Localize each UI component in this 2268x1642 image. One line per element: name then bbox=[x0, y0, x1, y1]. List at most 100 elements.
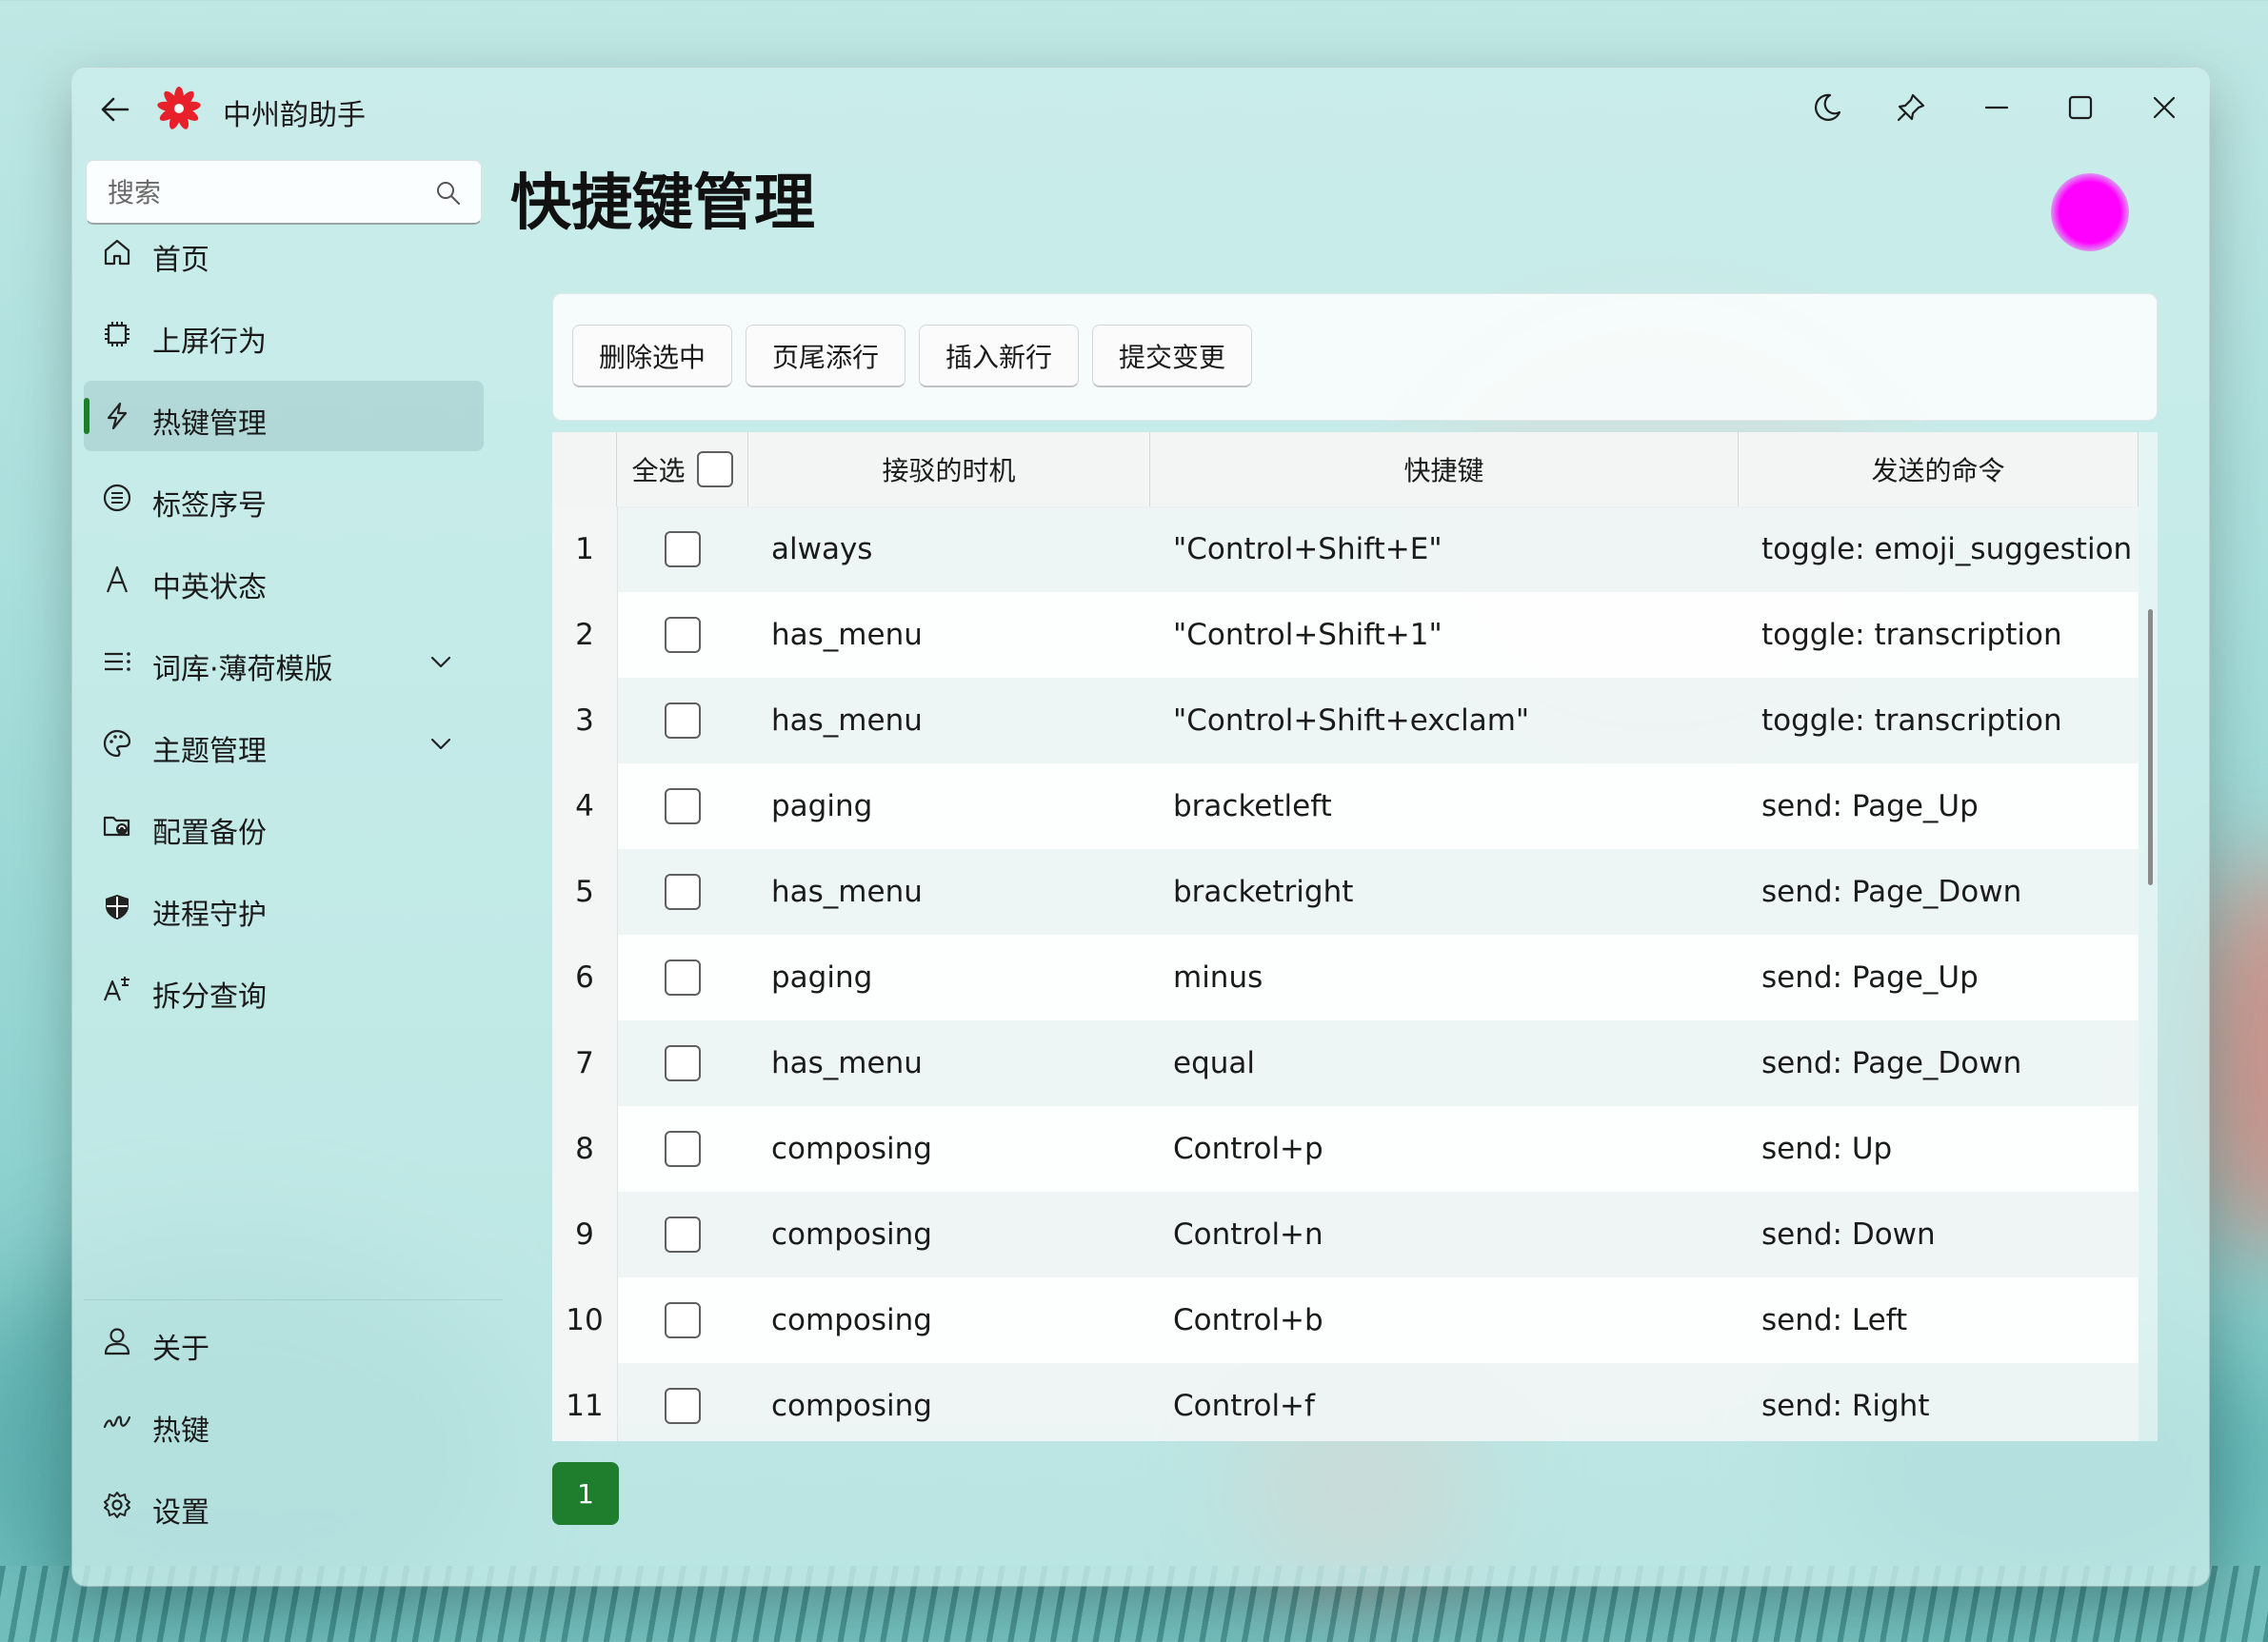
cell-command[interactable]: send: Down bbox=[1761, 1192, 2139, 1277]
column-header-command[interactable]: 发送的命令 bbox=[1739, 432, 2139, 506]
cell-key[interactable]: minus bbox=[1173, 935, 1735, 1020]
sidebar-item-label: 词库·薄荷模版 bbox=[152, 653, 333, 686]
row-checkbox[interactable] bbox=[665, 959, 701, 996]
row-checkbox[interactable] bbox=[665, 788, 701, 824]
cell-when[interactable]: composing bbox=[771, 1106, 1143, 1192]
row-checkbox[interactable] bbox=[665, 702, 701, 739]
sidebar-item-config-backup[interactable]: 配置备份 bbox=[84, 790, 484, 861]
theme-toggle-button[interactable] bbox=[1798, 78, 1857, 137]
column-header-key[interactable]: 快捷键 bbox=[1150, 432, 1739, 506]
cell-command[interactable]: send: Page_Up bbox=[1761, 935, 2139, 1020]
table-row[interactable]: 8 composing Control+p send: Up bbox=[552, 1106, 2139, 1192]
cell-key[interactable]: "Control+Shift+exclam" bbox=[1173, 678, 1735, 763]
cell-command[interactable]: send: Up bbox=[1761, 1106, 2139, 1192]
pin-button[interactable] bbox=[1881, 78, 1940, 137]
cell-command[interactable]: toggle: transcription bbox=[1761, 678, 2139, 763]
table-row[interactable]: 5 has_menu bracketright send: Page_Down bbox=[552, 849, 2139, 935]
row-checkbox[interactable] bbox=[665, 1388, 701, 1424]
table-row[interactable]: 1 always "Control+Shift+E" toggle: emoji_su… bbox=[552, 506, 2139, 592]
sidebar-item-label-numbers[interactable]: 标签序号 bbox=[84, 463, 484, 533]
submit-changes-button[interactable]: 提交变更 bbox=[1092, 325, 1252, 387]
sidebar-item-label: 进程守护 bbox=[152, 899, 267, 932]
sidebar-item-label: 中英状态 bbox=[152, 571, 267, 604]
close-button[interactable] bbox=[2135, 78, 2194, 137]
row-checkbox[interactable] bbox=[665, 1045, 701, 1081]
row-checkbox[interactable] bbox=[665, 617, 701, 653]
cell-key[interactable]: bracketright bbox=[1173, 849, 1735, 935]
sidebar-item-label: 热键 bbox=[152, 1414, 209, 1448]
row-number: 4 bbox=[552, 763, 618, 849]
row-checkbox[interactable] bbox=[665, 1217, 701, 1253]
sidebar-item-cn-en-state[interactable]: 中英状态 bbox=[84, 544, 484, 615]
cell-when[interactable]: has_menu bbox=[771, 849, 1143, 935]
cell-when[interactable]: paging bbox=[771, 935, 1143, 1020]
cell-command[interactable]: send: Page_Up bbox=[1761, 763, 2139, 849]
vertical-scrollbar[interactable] bbox=[2148, 609, 2153, 885]
cell-when[interactable]: has_menu bbox=[771, 1020, 1143, 1106]
back-button[interactable] bbox=[93, 88, 137, 131]
cell-command[interactable]: send: Page_Down bbox=[1761, 1020, 2139, 1106]
cell-when[interactable]: composing bbox=[771, 1363, 1143, 1441]
column-header-when[interactable]: 接驳的时机 bbox=[748, 432, 1150, 506]
sidebar-item-process-guard[interactable]: 进程守护 bbox=[84, 872, 484, 942]
table-row[interactable]: 4 paging bracketleft send: Page_Up bbox=[552, 763, 2139, 849]
table-row[interactable]: 3 has_menu "Control+Shift+exclam" toggle: t… bbox=[552, 678, 2139, 763]
table-row[interactable]: 2 has_menu "Control+Shift+1" toggle: transc… bbox=[552, 592, 2139, 678]
gesture-icon bbox=[101, 1407, 133, 1439]
sidebar-item-label: 标签序号 bbox=[152, 489, 267, 523]
sidebar-item-label: 配置备份 bbox=[152, 817, 267, 850]
cell-key[interactable]: Control+b bbox=[1173, 1277, 1735, 1363]
sidebar-item-home[interactable]: 首页 bbox=[84, 217, 484, 287]
sidebar-item-about[interactable]: 关于 bbox=[84, 1306, 484, 1376]
cell-when[interactable]: composing bbox=[771, 1277, 1143, 1363]
row-checkbox[interactable] bbox=[665, 531, 701, 567]
cell-command[interactable]: toggle: transcription bbox=[1761, 592, 2139, 678]
cell-when[interactable]: has_menu bbox=[771, 678, 1143, 763]
insert-row-button[interactable]: 插入新行 bbox=[919, 325, 1079, 387]
cell-key[interactable]: "Control+Shift+1" bbox=[1173, 592, 1735, 678]
cell-when[interactable]: always bbox=[771, 506, 1143, 592]
sidebar-item-commit-behavior[interactable]: 上屏行为 bbox=[84, 299, 484, 369]
cell-command[interactable]: toggle: emoji_suggestion bbox=[1761, 506, 2139, 592]
sidebar-item-split-query[interactable]: 拆分查询 bbox=[84, 954, 484, 1024]
row-select-cell bbox=[617, 506, 748, 592]
page-1-button[interactable]: 1 bbox=[552, 1462, 619, 1525]
cell-command[interactable]: send: Right bbox=[1761, 1363, 2139, 1441]
delete-selected-button[interactable]: 删除选中 bbox=[572, 325, 732, 387]
table-row[interactable]: 7 has_menu equal send: Page_Down bbox=[552, 1020, 2139, 1106]
append-row-button[interactable]: 页尾添行 bbox=[746, 325, 905, 387]
cell-when[interactable]: paging bbox=[771, 763, 1143, 849]
table-row[interactable]: 6 paging minus send: Page_Up bbox=[552, 935, 2139, 1020]
sidebar-item-dictionary[interactable]: 词库·薄荷模版 bbox=[84, 626, 484, 697]
table-row[interactable]: 9 composing Control+n send: Down bbox=[552, 1192, 2139, 1277]
cell-key[interactable]: "Control+Shift+E" bbox=[1173, 506, 1735, 592]
cell-command[interactable]: send: Page_Down bbox=[1761, 849, 2139, 935]
select-all-checkbox[interactable] bbox=[696, 451, 733, 487]
row-checkbox[interactable] bbox=[665, 1131, 701, 1167]
row-number: 9 bbox=[552, 1192, 618, 1277]
sidebar-item-hotkeys[interactable]: 热键 bbox=[84, 1388, 484, 1458]
sidebar-item-hotkey-management[interactable]: 热键管理 bbox=[84, 381, 484, 451]
cell-key[interactable]: Control+n bbox=[1173, 1192, 1735, 1277]
minimize-button[interactable] bbox=[1967, 78, 2026, 137]
row-select-cell bbox=[617, 935, 748, 1020]
avatar[interactable] bbox=[2051, 173, 2129, 251]
cell-key[interactable]: Control+p bbox=[1173, 1106, 1735, 1192]
table-row[interactable]: 11 composing Control+f send: Right bbox=[552, 1363, 2139, 1441]
maximize-button[interactable] bbox=[2051, 78, 2110, 137]
sidebar-item-theme-management[interactable]: 主题管理 bbox=[84, 708, 484, 779]
chevron-down-icon[interactable] bbox=[427, 729, 455, 758]
row-checkbox[interactable] bbox=[665, 1302, 701, 1338]
cell-when[interactable]: composing bbox=[771, 1192, 1143, 1277]
cell-when[interactable]: has_menu bbox=[771, 592, 1143, 678]
cell-key[interactable]: bracketleft bbox=[1173, 763, 1735, 849]
search-icon[interactable] bbox=[435, 180, 462, 207]
sidebar-item-settings[interactable]: 设置 bbox=[84, 1470, 484, 1540]
cell-key[interactable]: equal bbox=[1173, 1020, 1735, 1106]
cell-key[interactable]: Control+f bbox=[1173, 1363, 1735, 1441]
chevron-down-icon[interactable] bbox=[427, 647, 455, 676]
table-row[interactable]: 10 composing Control+b send: Left bbox=[552, 1277, 2139, 1363]
search-input[interactable] bbox=[106, 161, 424, 224]
row-checkbox[interactable] bbox=[665, 874, 701, 910]
cell-command[interactable]: send: Left bbox=[1761, 1277, 2139, 1363]
